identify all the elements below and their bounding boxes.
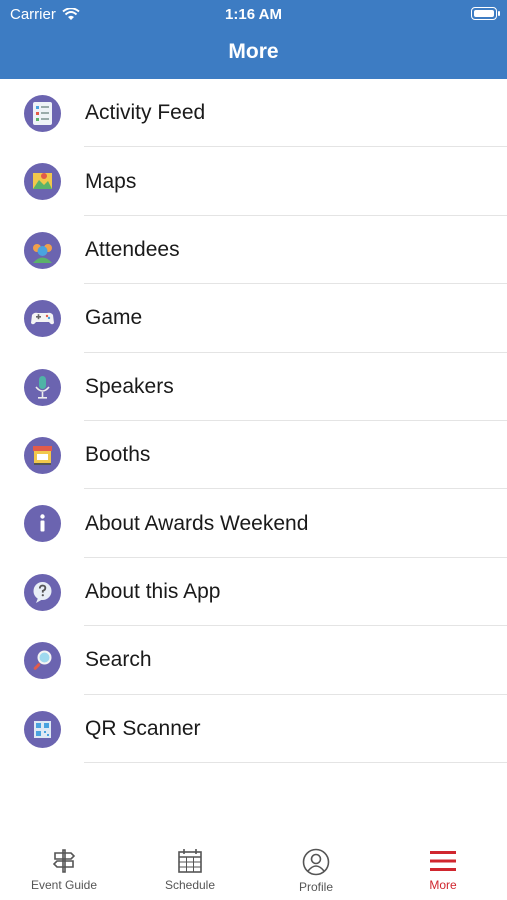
menu-item-label: Game [85, 306, 143, 330]
tab-label: Profile [298, 880, 333, 894]
microphone-icon [24, 368, 61, 406]
gamepad-icon [24, 300, 61, 338]
search-icon [24, 642, 61, 680]
menu-item-label: Attendees [85, 237, 180, 261]
info-icon [24, 505, 61, 543]
tab-label: Schedule [164, 878, 216, 892]
menu-item-label: About this App [85, 579, 221, 603]
menu-item-label: Activity Feed [85, 101, 206, 125]
menu-item-booths[interactable]: Booths [0, 421, 507, 490]
menu-item-label: Speakers [85, 374, 174, 398]
menu-item-game[interactable]: Game [0, 284, 507, 353]
calendar-icon [178, 849, 202, 873]
signpost-icon [52, 849, 76, 873]
help-bubble-icon [24, 573, 61, 611]
profile-icon [302, 848, 330, 876]
menu-item-label: Booths [85, 443, 151, 467]
menu-item-label: QR Scanner [85, 716, 201, 740]
menu-item-maps[interactable]: Maps [0, 147, 507, 216]
menu-item-about-this-app[interactable]: About this App [0, 558, 507, 627]
menu-icon [430, 851, 456, 871]
menu-item-search[interactable]: Search [0, 626, 507, 695]
menu-item-label: About Awards Weekend [85, 511, 309, 535]
tab-profile[interactable]: Profile [253, 838, 379, 900]
tab-label: Event Guide [30, 878, 98, 892]
menu-item-qr-scanner[interactable]: QR Scanner [0, 695, 507, 763]
status-time: 1:16 AM [225, 6, 282, 23]
attendees-icon [24, 231, 61, 269]
menu-item-activity-feed[interactable]: Activity Feed [0, 79, 507, 148]
activity-feed-icon [24, 95, 61, 132]
map-icon [24, 163, 61, 201]
tab-label: More [429, 878, 457, 892]
tab-bar: Event Guide Schedule Profile More [0, 838, 507, 900]
menu-item-about-awards-weekend[interactable]: About Awards Weekend [0, 489, 507, 558]
status-bar: Carrier 1:16 AM [0, 0, 507, 28]
page-title: More [228, 40, 279, 63]
tab-more[interactable]: More [380, 838, 506, 900]
booth-icon [24, 436, 61, 474]
tab-event-guide[interactable]: Event Guide [1, 838, 127, 900]
menu-item-attendees[interactable]: Attendees [0, 216, 507, 285]
menu-item-label: Maps [85, 169, 137, 193]
battery-icon [471, 7, 500, 20]
qr-code-icon [24, 710, 61, 748]
divider [84, 761, 507, 763]
menu-item-label: Search [85, 648, 152, 672]
tab-schedule[interactable]: Schedule [127, 838, 253, 900]
menu-item-speakers[interactable]: Speakers [0, 353, 507, 421]
nav-header: Carrier 1:16 AM More [0, 0, 507, 79]
more-menu-list: Activity Feed Maps Attendees Game Speake… [0, 79, 507, 763]
